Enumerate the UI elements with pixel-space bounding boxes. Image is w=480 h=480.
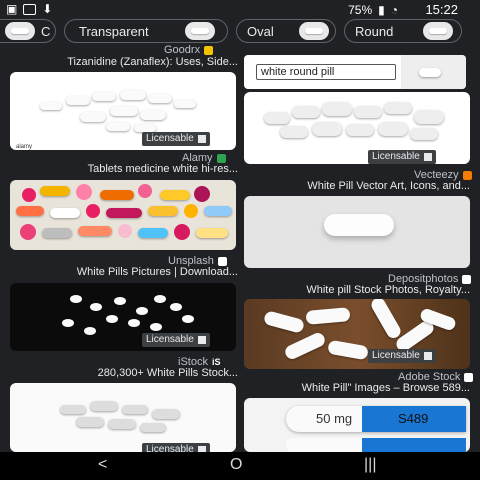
licensable-badge: Licensable	[368, 150, 436, 164]
result-title[interactable]: Tizanidine (Zanaflex): Uses, Side...	[12, 56, 238, 68]
chip-thumbnail	[299, 22, 329, 40]
licensable-badge: Licensable	[142, 443, 210, 452]
depositphotos-favicon	[462, 274, 472, 284]
license-icon	[197, 336, 206, 344]
battery-level: 75%	[348, 3, 373, 17]
chip-thumbnail	[185, 22, 215, 40]
back-button[interactable]: <	[98, 456, 107, 474]
capsule-imprint-dose: 50 mg	[316, 411, 353, 426]
chip-thumbnail	[423, 22, 453, 40]
result-title[interactable]: White pill Stock Photos, Royalty...	[244, 284, 470, 296]
license-icon	[423, 153, 432, 161]
istock-favicon: iS	[211, 357, 221, 367]
search-box[interactable]: white round pill	[244, 55, 466, 89]
result-source: Goodrx	[164, 44, 214, 56]
signal-icon: ▮	[378, 3, 385, 17]
result-image-adobe[interactable]: Licensable	[244, 299, 470, 369]
alamy-watermark: alamy	[16, 144, 33, 150]
result-image-unsplash[interactable]	[10, 180, 236, 250]
notification-icons: ▣ ⬇	[6, 2, 52, 16]
result-title[interactable]: White Pill Vector Art, Icons, and...	[244, 180, 470, 192]
result-image-depositphotos[interactable]	[244, 196, 470, 268]
system-icons: 75% ▮ ◔	[348, 3, 398, 17]
result-title[interactable]: White Pills Pictures | Download...	[12, 266, 238, 278]
unsplash-favicon	[217, 256, 227, 266]
chip-label: Round	[355, 23, 394, 39]
chip-round[interactable]: Round	[344, 19, 462, 43]
result-image-istock[interactable]: Licensable	[10, 283, 236, 351]
search-query[interactable]: white round pill	[256, 64, 396, 80]
recents-button[interactable]: |||	[364, 456, 376, 474]
result-title[interactable]: 280,300+ White Pills Stock...	[12, 367, 238, 379]
chip-thumbnail	[5, 22, 35, 40]
license-icon	[423, 352, 432, 360]
chip-oval[interactable]: Oval	[236, 19, 336, 43]
result-image-pills[interactable]: Licensable	[10, 383, 236, 452]
clock: 15:22	[425, 2, 458, 17]
result-title[interactable]: White Pill" Images – Browse 589...	[244, 382, 470, 394]
download-icon: ⬇	[42, 2, 53, 16]
alamy-favicon	[216, 153, 226, 163]
result-image-capsule[interactable]: 50 mg S489	[244, 398, 470, 452]
navigation-bar: ||| O <	[0, 452, 480, 480]
query-thumbnail	[401, 55, 466, 89]
licensable-badge: Licensable	[142, 333, 210, 347]
capsule: 50 mg S489	[286, 406, 466, 432]
goodrx-favicon	[204, 45, 214, 55]
result-title[interactable]: Tablets medicine white hi-res...	[12, 163, 238, 175]
vecteezy-favicon	[462, 170, 472, 180]
wifi-icon: ◔	[390, 3, 398, 17]
chip-transparent[interactable]: Transparent	[64, 19, 228, 43]
gallery-icon: ▣	[6, 2, 18, 16]
result-image-alamy[interactable]: Licensable alamy	[10, 72, 236, 150]
filter-chip-row: Round Oval Transparent C	[0, 19, 480, 45]
home-button[interactable]: O	[230, 456, 242, 474]
license-icon	[197, 135, 206, 143]
licensable-badge: Licensable	[368, 349, 436, 363]
adobe-favicon	[464, 372, 474, 382]
result-image-vecteezy[interactable]: Licensable	[244, 92, 470, 164]
status-bar: ▣ ⬇ 75% ▮ ◔ 15:22	[0, 0, 480, 18]
message-icon	[23, 3, 37, 15]
chip-label: Transparent	[79, 23, 149, 39]
licensable-badge: Licensable	[142, 132, 210, 146]
chip-partial[interactable]: C	[0, 19, 56, 43]
chip-label: Oval	[247, 23, 274, 39]
chip-label: C	[41, 23, 51, 39]
capsule-imprint-code: S489	[398, 411, 429, 426]
